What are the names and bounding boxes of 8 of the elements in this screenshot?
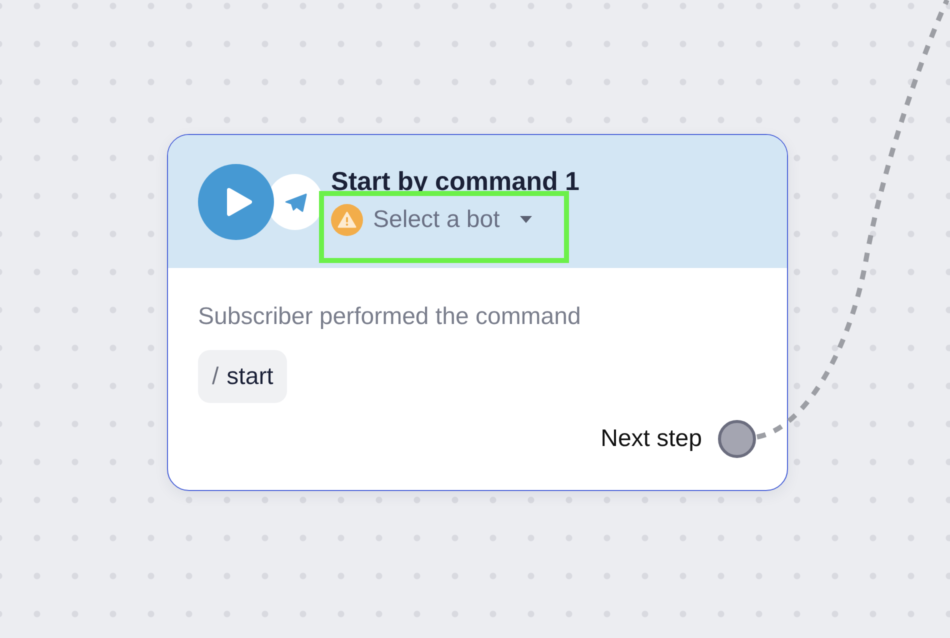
caret-icon bbox=[520, 216, 532, 223]
port-handle[interactable] bbox=[718, 420, 756, 458]
play-icon bbox=[198, 164, 274, 240]
command-name: start bbox=[226, 362, 274, 392]
slash-prefix: / bbox=[212, 362, 219, 392]
trigger-description: Subscriber performed the command bbox=[198, 302, 582, 332]
bot-select-dropdown[interactable]: Select a bot bbox=[331, 202, 532, 238]
next-step-label: Next step bbox=[600, 424, 702, 454]
